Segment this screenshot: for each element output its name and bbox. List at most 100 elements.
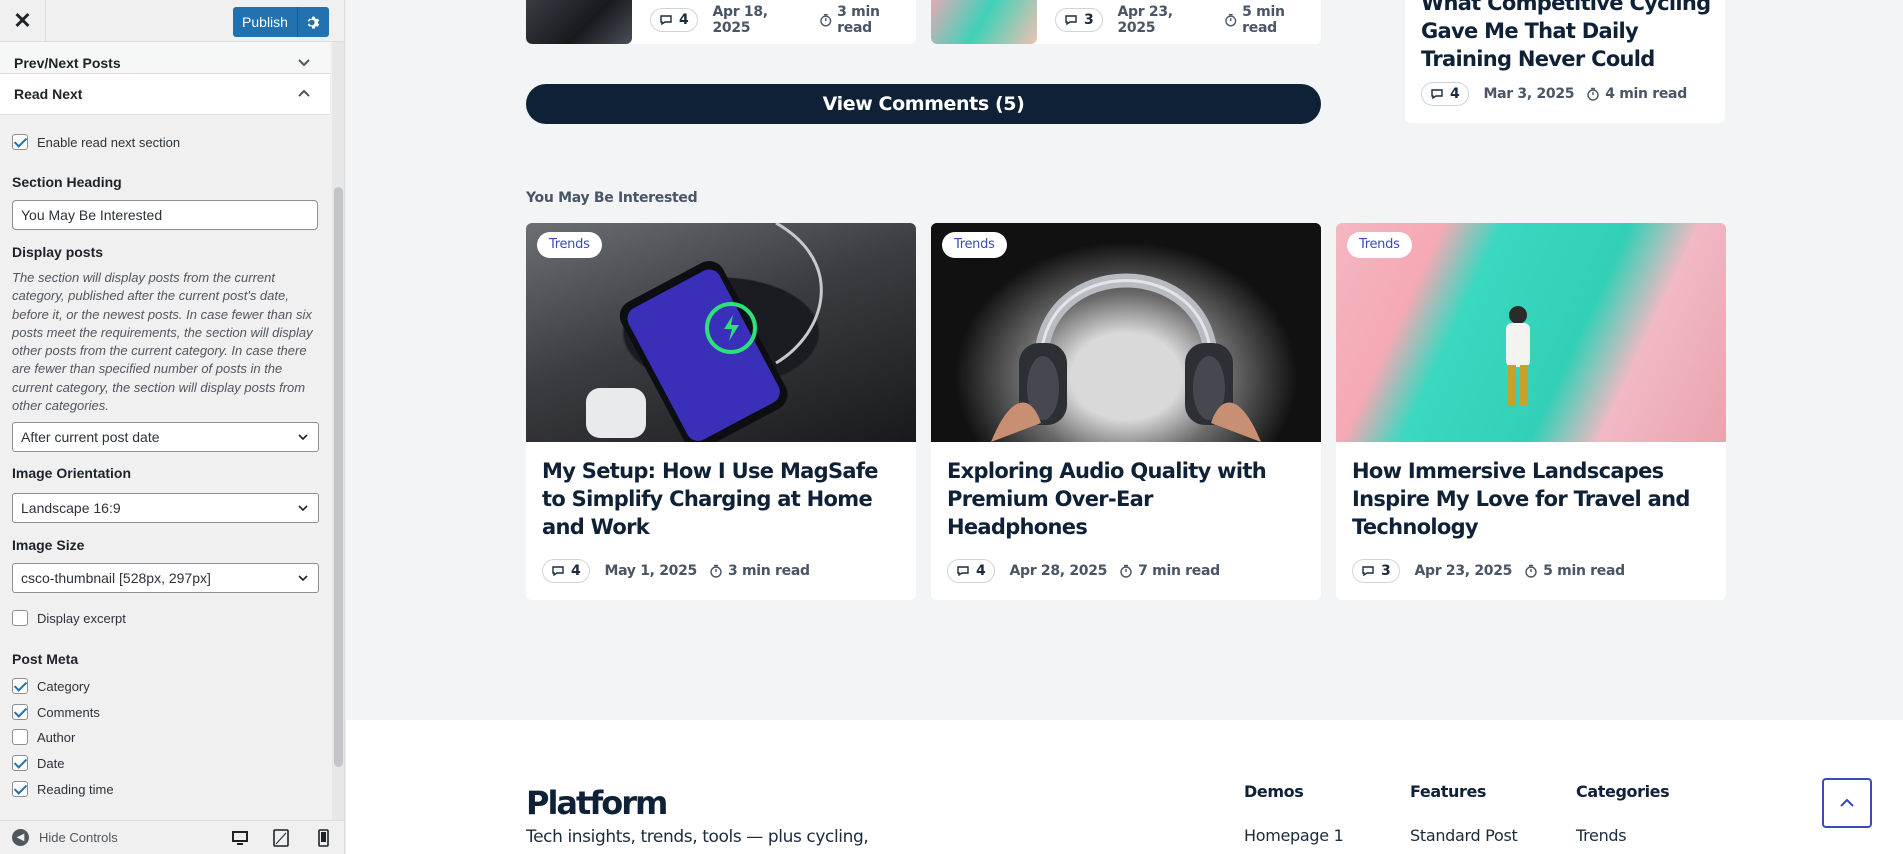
post-title[interactable]: Exploring Audio Quality with Premium Ove… (947, 457, 1292, 541)
comment-count: 4 (679, 12, 689, 28)
display-posts-description: The section will display posts from the … (12, 270, 313, 414)
checkbox-box[interactable] (12, 704, 28, 720)
section-read-next[interactable]: Read Next (0, 73, 330, 115)
tablet-preview-icon[interactable] (272, 829, 290, 847)
hide-controls-button[interactable]: ◀ Hide Controls (12, 829, 118, 846)
category-badge[interactable]: Trends (942, 232, 1007, 258)
post-thumbnail[interactable] (931, 0, 1037, 44)
select-value: After current post date (21, 429, 160, 445)
post-meta-category-checkbox[interactable]: Category (12, 678, 90, 694)
arrow-left-circle-icon: ◀ (12, 829, 29, 846)
desktop-preview-icon[interactable] (231, 829, 249, 847)
checkbox-box[interactable] (12, 729, 28, 745)
site-logo[interactable]: Platform (526, 784, 668, 822)
chevron-down-icon (298, 575, 308, 582)
comment-count: 4 (1450, 86, 1460, 102)
post-card[interactable]: 3 Apr 23, 2025 5 min read (931, 0, 1321, 44)
display-excerpt-checkbox[interactable]: Display excerpt (12, 610, 126, 626)
scroll-to-top-button[interactable] (1822, 778, 1872, 828)
footer-column-heading: Features (1410, 782, 1487, 801)
post-meta: 4 Apr 28, 2025 7 min read (947, 559, 1220, 583)
footer-column-heading: Categories (1576, 782, 1670, 801)
chevron-up-icon (1840, 798, 1854, 807)
read-next-card[interactable]: Trends How Immersive Landscapes Inspire … (1336, 223, 1726, 600)
post-date: Apr 23, 2025 (1117, 4, 1173, 36)
comments-badge[interactable]: 4 (947, 559, 996, 583)
comments-badge[interactable]: 4 (542, 559, 591, 583)
scrollbar-thumb[interactable] (334, 187, 343, 767)
post-date: Apr 28, 2025 (1009, 563, 1108, 579)
comment-count: 4 (976, 563, 986, 579)
post-meta: 4 Mar 3, 2025 4 min read (1421, 82, 1687, 106)
post-meta-reading-time-checkbox[interactable]: Reading time (12, 781, 114, 797)
comment-count: 4 (571, 563, 581, 579)
sidebar-post-card[interactable]: What Competitive Cycling Gave Me That Da… (1405, 0, 1725, 123)
publish-settings-gear-icon[interactable] (297, 7, 329, 37)
read-next-card[interactable]: Trends Exploring Audio Quality with Prem… (931, 223, 1321, 600)
display-posts-label: Display posts (12, 244, 104, 260)
footer-link[interactable]: Trends (1576, 826, 1627, 845)
enable-read-next-checkbox[interactable]: Enable read next section (12, 134, 180, 150)
comments-badge[interactable]: 4 (1421, 82, 1470, 106)
post-thumbnail[interactable]: Trends (526, 223, 916, 450)
post-meta-comments-checkbox[interactable]: Comments (12, 704, 100, 720)
checkbox-box[interactable] (12, 678, 28, 694)
read-next-card[interactable]: Trends My Setup: How I Use MagSafe to Si… (526, 223, 916, 600)
checkbox-label: Date (37, 755, 65, 771)
read-next-controls: Enable read next section Section Heading… (0, 116, 330, 816)
post-meta: 3 Apr 23, 2025 5 min read (1055, 4, 1321, 36)
reading-time: 3 min read (837, 4, 880, 36)
publish-button[interactable]: Publish (233, 7, 297, 37)
checkbox-box[interactable] (12, 610, 28, 626)
checkbox-label: Display excerpt (37, 610, 126, 626)
reading-time: 3 min read (728, 563, 810, 579)
post-meta-date-checkbox[interactable]: Date (12, 755, 64, 771)
post-title[interactable]: How Immersive Landscapes Inspire My Love… (1352, 457, 1697, 541)
comment-count: 3 (1381, 563, 1391, 579)
section-heading-label: Section Heading (12, 174, 122, 190)
stopwatch-icon (1224, 14, 1236, 27)
post-thumbnail[interactable]: Trends (1336, 223, 1726, 442)
chevron-down-icon (298, 434, 308, 441)
post-thumbnail[interactable] (526, 0, 632, 44)
stopwatch-icon (710, 564, 722, 578)
comments-badge[interactable]: 4 (650, 8, 699, 32)
section-title: Read Next (14, 86, 83, 102)
panel-scrollbar[interactable] (332, 42, 344, 820)
panel-header: ✕ Publish (0, 0, 344, 42)
stopwatch-icon (1120, 564, 1132, 578)
chevron-down-icon (298, 59, 310, 67)
image-orientation-label: Image Orientation (12, 465, 132, 481)
reading-time: 4 min read (1605, 86, 1687, 102)
display-posts-select[interactable]: After current post date (12, 422, 319, 452)
footer-link[interactable]: Standard Post (1410, 826, 1518, 845)
mobile-preview-icon[interactable] (314, 829, 332, 847)
footer-link[interactable]: Homepage 1 (1244, 826, 1344, 845)
category-badge[interactable]: Trends (1347, 232, 1412, 258)
comments-badge[interactable]: 3 (1055, 8, 1104, 32)
checkbox-label: Comments (37, 704, 100, 720)
post-card[interactable]: 4 Apr 18, 2025 3 min read (526, 0, 916, 44)
post-meta-label: Post Meta (12, 651, 79, 667)
close-customizer-button[interactable]: ✕ (0, 0, 46, 42)
stopwatch-icon (819, 14, 831, 27)
reading-time: 5 min read (1242, 4, 1285, 36)
checkbox-label: Reading time (37, 781, 114, 797)
checkbox-box[interactable] (12, 781, 28, 797)
checkbox-box[interactable] (12, 755, 28, 771)
post-date: Mar 3, 2025 (1483, 86, 1575, 102)
image-orientation-select[interactable]: Landscape 16:9 (12, 493, 319, 523)
post-thumbnail[interactable]: Trends (931, 223, 1321, 442)
stopwatch-icon (1525, 564, 1537, 578)
checkbox-box[interactable] (12, 134, 28, 150)
section-title: Prev/Next Posts (14, 54, 121, 71)
post-title[interactable]: My Setup: How I Use MagSafe to Simplify … (542, 457, 887, 541)
comments-badge[interactable]: 3 (1352, 559, 1401, 583)
image-size-select[interactable]: csco-thumbnail [528px, 297px] (12, 563, 319, 593)
section-heading-input[interactable]: You May Be Interested (12, 200, 318, 230)
view-comments-button[interactable]: View Comments (5) (526, 84, 1321, 124)
chevron-up-icon (298, 89, 310, 97)
post-title[interactable]: What Competitive Cycling Gave Me That Da… (1421, 0, 1711, 73)
category-badge[interactable]: Trends (537, 232, 602, 258)
post-meta-author-checkbox[interactable]: Author (12, 729, 75, 745)
